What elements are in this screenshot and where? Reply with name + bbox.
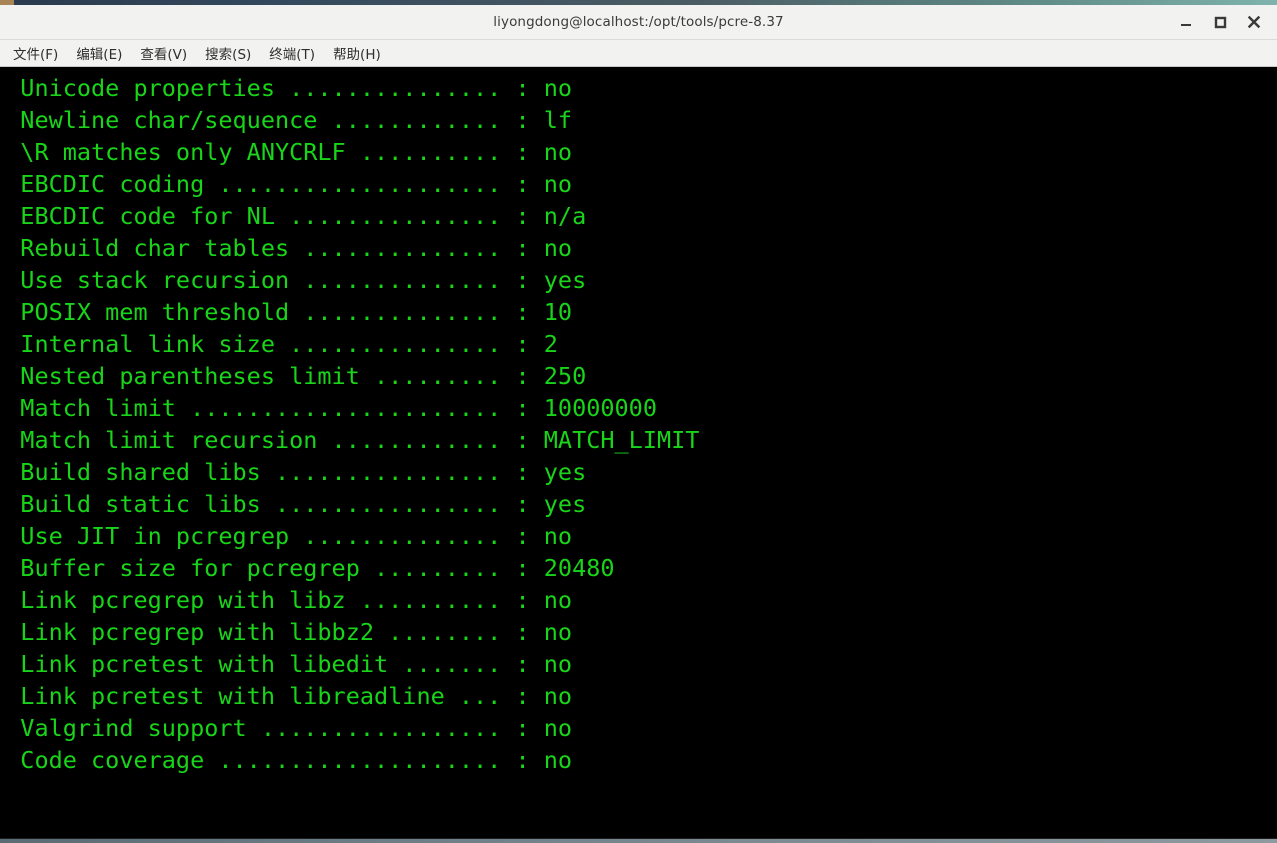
terminal-line: Newline char/sequence ............ : lf [0, 106, 573, 134]
terminal-line: Match limit ...................... : 100… [0, 394, 657, 422]
maximize-button[interactable] [1203, 7, 1237, 37]
terminal-line: Buffer size for pcregrep ......... : 204… [0, 554, 615, 582]
terminal-line: Build shared libs ................ : yes [0, 458, 587, 486]
menu-help[interactable]: 帮助(H) [324, 40, 390, 67]
menu-terminal[interactable]: 终端(T) [260, 40, 324, 67]
menu-bar: 文件(F) 编辑(E) 查看(V) 搜索(S) 终端(T) 帮助(H) [0, 40, 1277, 67]
menu-search[interactable]: 搜索(S) [196, 40, 260, 67]
terminal-line: EBCDIC coding .................... : no [0, 170, 573, 198]
terminal-line: \R matches only ANYCRLF .......... : no [0, 138, 573, 166]
terminal-output: Unicode properties ............... : no … [0, 72, 699, 776]
close-button[interactable] [1237, 7, 1271, 37]
menu-file[interactable]: 文件(F) [4, 40, 67, 67]
close-icon [1247, 15, 1261, 29]
shell-prompt-line[interactable]: [root@192 pcre-8.37]# [0, 808, 398, 838]
terminal-line: Link pcretest with libreadline ... : no [0, 682, 573, 710]
maximize-icon [1213, 15, 1227, 29]
window-title: liyongdong@localhost:/opt/tools/pcre-8.3… [493, 14, 784, 30]
terminal-line: POSIX mem threshold .............. : 10 [0, 298, 573, 326]
terminal-line: Use stack recursion .............. : yes [0, 266, 587, 294]
terminal-window: liyongdong@localhost:/opt/tools/pcre-8.3… [0, 0, 1277, 843]
terminal-line: Valgrind support ................. : no [0, 714, 573, 742]
terminal-line: Nested parentheses limit ......... : 250 [0, 362, 587, 390]
window-controls [1169, 5, 1271, 39]
terminal-line: Match limit recursion ............ : MAT… [0, 426, 700, 454]
minimize-icon [1179, 15, 1193, 29]
terminal-line: Link pcretest with libedit ....... : no [0, 650, 573, 678]
terminal-line: EBCDIC code for NL ............... : n/a [0, 202, 587, 230]
minimize-button[interactable] [1169, 7, 1203, 37]
terminal-line: Internal link size ............... : 2 [0, 330, 558, 358]
terminal-line: Code coverage .................... : no [0, 746, 573, 774]
title-bar[interactable]: liyongdong@localhost:/opt/tools/pcre-8.3… [0, 5, 1277, 40]
terminal-screen[interactable]: Unicode properties ............... : no … [0, 68, 1277, 838]
terminal-line: Use JIT in pcregrep .............. : no [0, 522, 573, 550]
terminal-line: Unicode properties ............... : no [0, 74, 573, 102]
terminal-line: Link pcregrep with libz .......... : no [0, 586, 573, 614]
terminal-line: Build static libs ................ : yes [0, 490, 587, 518]
menu-edit[interactable]: 编辑(E) [67, 40, 131, 67]
terminal-line: Rebuild char tables .............. : no [0, 234, 573, 262]
window-bottom-edge [0, 838, 1277, 843]
menu-view[interactable]: 查看(V) [131, 40, 196, 67]
terminal-line: Link pcregrep with libbz2 ........ : no [0, 618, 573, 646]
